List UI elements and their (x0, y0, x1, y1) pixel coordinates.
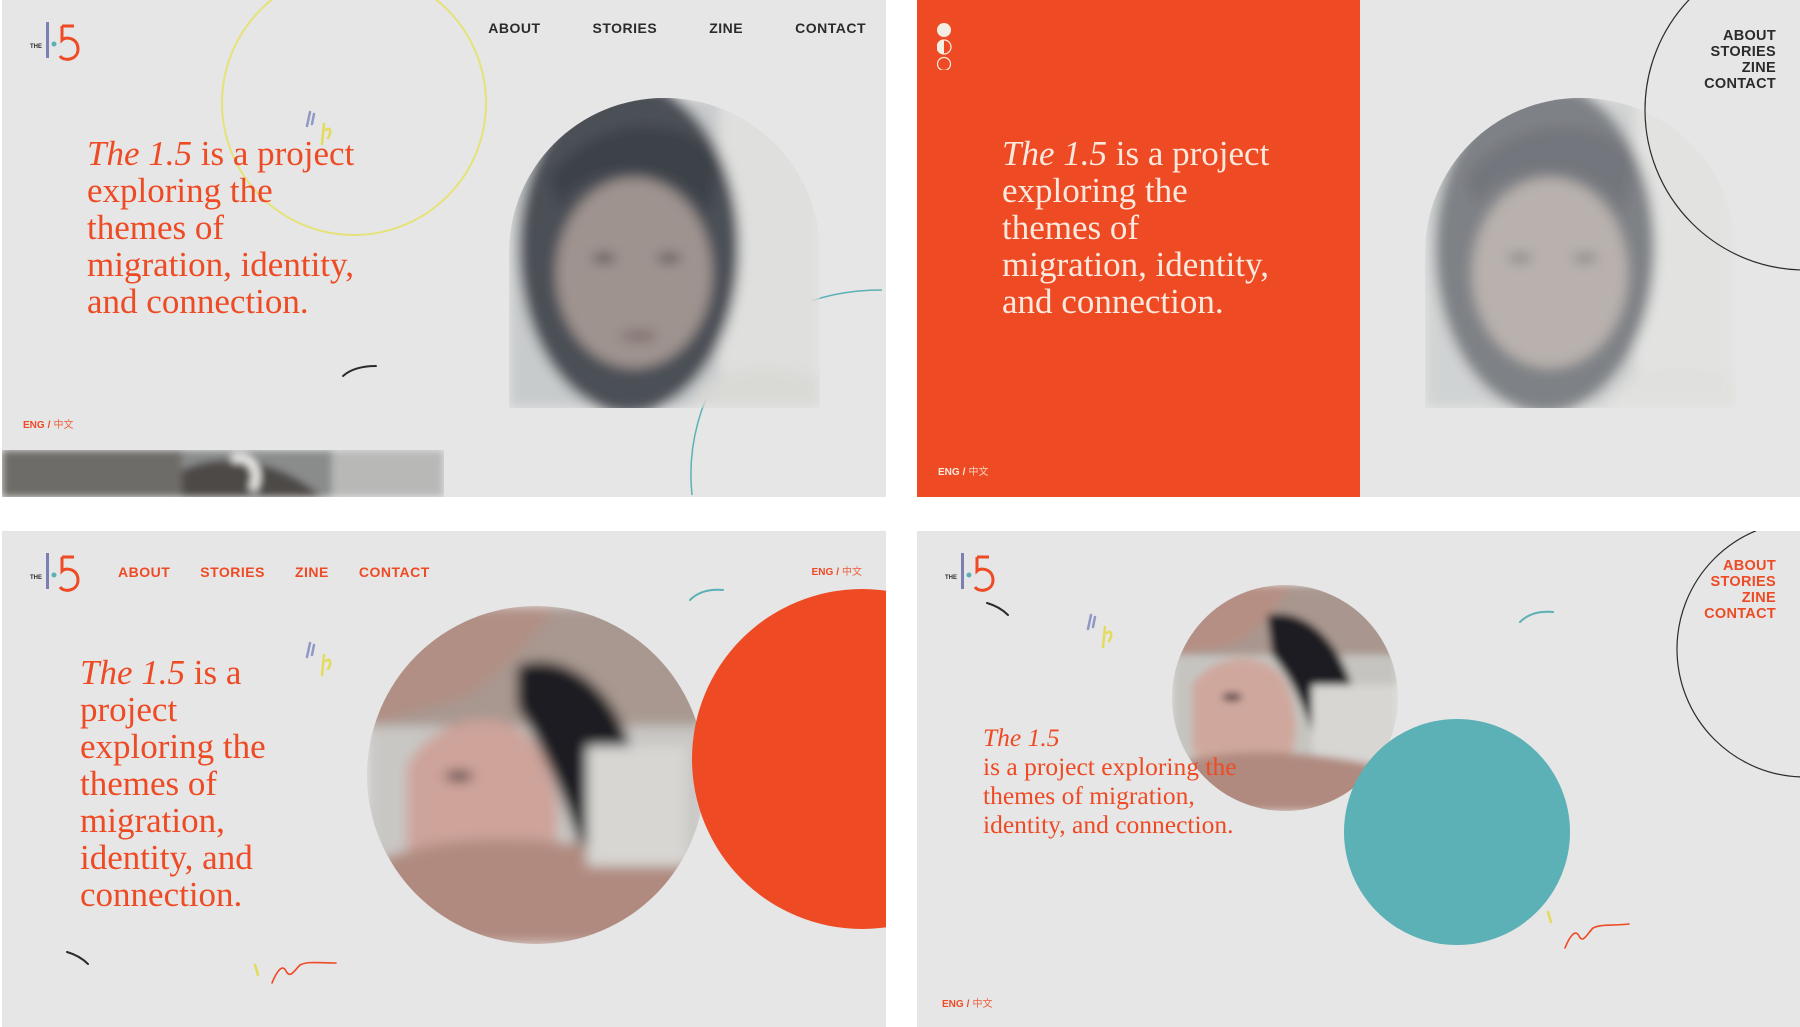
design-variant-4: THE ABOUT STORIES ZINE CONTACT The 1.5 is… (917, 531, 1800, 1027)
portrait-image (509, 98, 820, 408)
next-section-peek-image (2, 450, 444, 497)
nav-stories[interactable]: STORIES (200, 564, 265, 580)
nav-contact[interactable]: CONTACT (359, 564, 430, 580)
lang-english[interactable]: ENG (23, 420, 45, 431)
dark-stroke-decoration (342, 365, 377, 377)
logo-mark-icon: THE (945, 553, 995, 592)
logo-mark-icon: THE (30, 22, 80, 61)
hero-headline: The 1.5 is a project exploring the theme… (1002, 135, 1292, 320)
teal-stroke-decoration (1519, 610, 1554, 623)
peek-image (2, 450, 444, 497)
lang-separator: / (47, 420, 51, 431)
language-switcher[interactable]: ENG / 中文 (942, 995, 992, 1010)
top-navigation: ABOUT STORIES ZINE CONTACT (118, 564, 430, 580)
nav-about[interactable]: ABOUT (1704, 28, 1776, 44)
lang-english[interactable]: ENG (938, 467, 960, 478)
lang-separator: / (962, 467, 966, 478)
design-variant-2: The 1.5 is a project exploring the theme… (917, 0, 1800, 497)
svg-text:THE: THE (30, 44, 42, 50)
hero-headline: The 1.5 is a project exploring the themes… (983, 723, 1283, 839)
hero-body-text: is a project exploring the themes of mig… (80, 653, 266, 914)
lang-chinese[interactable]: 中文 (968, 467, 988, 478)
doodle-marks-decoration (1086, 613, 1113, 649)
nav-contact[interactable]: CONTACT (1704, 76, 1776, 92)
hero-body-text: is a project exploring the themes of mig… (983, 752, 1237, 839)
nav-stories[interactable]: STORIES (593, 20, 658, 36)
nav-contact[interactable]: CONTACT (795, 20, 866, 36)
logo-mark-icon: THE (30, 553, 80, 592)
nav-zine[interactable]: ZINE (295, 564, 329, 580)
doodle-marks-decoration (305, 641, 332, 677)
site-logo[interactable]: THE (30, 549, 82, 602)
dark-stroke-decoration (986, 602, 1009, 616)
stacked-navigation: ABOUT STORIES ZINE CONTACT (1704, 558, 1776, 622)
nav-stories[interactable]: STORIES (1704, 44, 1776, 60)
logo-dots-icon (936, 23, 952, 72)
stacked-navigation: ABOUT STORIES ZINE CONTACT (1704, 28, 1776, 92)
lang-english[interactable]: ENG (942, 999, 964, 1010)
language-switcher[interactable]: ENG / 中文 (23, 416, 73, 431)
nav-stories[interactable]: STORIES (1704, 574, 1776, 590)
site-logo[interactable]: THE (945, 549, 997, 602)
nav-contact[interactable]: CONTACT (1704, 606, 1776, 622)
dark-stroke-decoration (66, 951, 89, 965)
design-variant-1: THE ABOUT STORIES ZINE CONTACT The 1.5 i… (2, 0, 886, 497)
language-switcher[interactable]: ENG / 中文 (938, 463, 988, 478)
hero-italic-title: The 1.5 (87, 134, 192, 173)
hero-italic-title: The 1.5 (1002, 134, 1107, 173)
orange-circle-shape (692, 589, 886, 929)
nav-zine[interactable]: ZINE (1704, 590, 1776, 606)
lang-chinese[interactable]: 中文 (972, 999, 992, 1010)
teal-circle-shape (1344, 719, 1570, 945)
top-navigation: ABOUT STORIES ZINE CONTACT (488, 20, 866, 36)
portrait-photo-circle (367, 606, 705, 944)
svg-text:THE: THE (30, 575, 42, 581)
design-variant-3: THE ABOUT STORIES ZINE CONTACT ENG / 中文 Th… (2, 531, 886, 1027)
site-logo[interactable]: THE (30, 18, 82, 71)
site-logo-vertical[interactable] (936, 22, 955, 75)
hero-headline: The 1.5 is a project exploring the theme… (80, 654, 305, 913)
hero-headline: The 1.5 is a project exploring the theme… (87, 135, 377, 320)
nav-zine[interactable]: ZINE (1704, 60, 1776, 76)
nav-about[interactable]: ABOUT (118, 564, 170, 580)
nav-about[interactable]: ABOUT (1704, 558, 1776, 574)
lang-chinese[interactable]: 中文 (53, 420, 73, 431)
portrait-image (367, 606, 705, 944)
nav-zine[interactable]: ZINE (709, 20, 743, 36)
hero-italic-title: The 1.5 (983, 723, 1060, 752)
svg-text:THE: THE (945, 575, 957, 581)
lang-separator: / (966, 999, 970, 1010)
nav-about[interactable]: ABOUT (488, 20, 540, 36)
hero-italic-title: The 1.5 (80, 653, 185, 692)
squiggle-decoration (1546, 910, 1630, 949)
squiggle-decoration (253, 961, 337, 984)
portrait-photo-arch (509, 98, 820, 408)
